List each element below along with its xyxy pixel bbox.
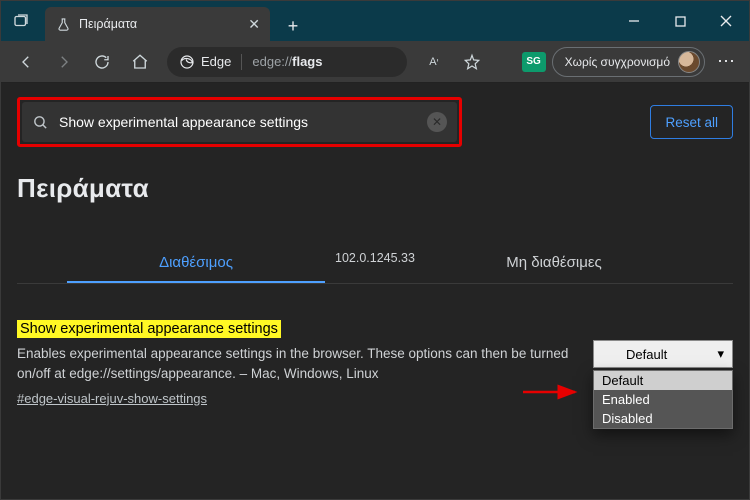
window-controls (611, 1, 749, 41)
home-button[interactable] (123, 45, 157, 79)
edge-label: Edge (201, 54, 231, 69)
divider (241, 54, 242, 70)
page-title: Πειράματα (17, 173, 733, 204)
clear-search-button[interactable]: ✕ (427, 112, 447, 132)
reader-mode-button[interactable]: Aי (417, 45, 451, 79)
tab-close-button[interactable]: ✕ (248, 16, 260, 33)
flag-description: Enables experimental appearance settings… (17, 344, 577, 385)
back-button[interactable] (9, 45, 43, 79)
flag-name: Show experimental appearance settings (17, 320, 281, 338)
tab-manager-button[interactable] (1, 1, 41, 41)
new-tab-button[interactable]: + (278, 11, 308, 41)
address-bar[interactable]: Edge edge://flags (167, 47, 407, 77)
dropdown-option-enabled[interactable]: Enabled (594, 390, 732, 409)
close-button[interactable] (703, 1, 749, 41)
extension-badge[interactable]: SG (522, 52, 546, 72)
url-text: edge://flags (252, 54, 322, 69)
maximize-button[interactable] (657, 1, 703, 41)
more-menu-button[interactable]: ⋯ (711, 51, 741, 72)
avatar (678, 51, 700, 73)
minimize-button[interactable] (611, 1, 657, 41)
search-icon (32, 114, 49, 131)
browser-window: Πειράματα ✕ + Edge edge://flags Aי SG (0, 0, 750, 500)
sync-label: Χωρίς συγχρονισμό (565, 55, 670, 69)
flag-dropdown: Default ▾ Default Enabled Disabled (593, 340, 733, 429)
dropdown-option-disabled[interactable]: Disabled (594, 409, 732, 428)
reset-all-button[interactable]: Reset all (650, 105, 733, 139)
flags-page: Show experimental appearance settings ✕ … (1, 83, 749, 499)
chevron-down-icon: ▾ (717, 346, 724, 362)
flask-icon (55, 16, 71, 32)
annotation-arrow (523, 382, 583, 407)
dropdown-selected: Default (626, 347, 667, 362)
version-text: 102.0.1245.33 (1, 251, 749, 265)
refresh-button[interactable] (85, 45, 119, 79)
dropdown-button[interactable]: Default ▾ (593, 340, 733, 368)
dropdown-option-default[interactable]: Default (594, 371, 732, 390)
profile-sync-button[interactable]: Χωρίς συγχρονισμό (552, 47, 705, 77)
browser-toolbar: Edge edge://flags Aי SG Χωρίς συγχρονισμ… (1, 41, 749, 83)
search-box[interactable]: Show experimental appearance settings ✕ (22, 102, 457, 142)
flag-hash-link[interactable]: #edge-visual-rejuv-show-settings (17, 391, 207, 406)
flag-item: Show experimental appearance settings En… (17, 320, 733, 408)
titlebar: Πειράματα ✕ + (1, 1, 749, 41)
forward-button[interactable] (47, 45, 81, 79)
favorite-button[interactable] (455, 45, 489, 79)
search-input[interactable]: Show experimental appearance settings (59, 114, 417, 130)
dropdown-list: Default Enabled Disabled (593, 370, 733, 429)
tab-title: Πειράματα (79, 17, 240, 31)
search-highlight: Show experimental appearance settings ✕ (17, 97, 462, 147)
edge-icon: Edge (179, 54, 231, 70)
browser-tab[interactable]: Πειράματα ✕ (45, 7, 270, 41)
